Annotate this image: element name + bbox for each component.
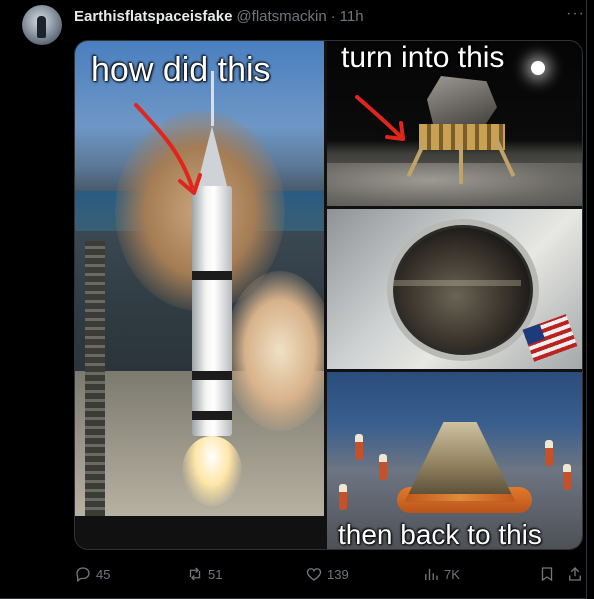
more-horizontal-icon[interactable]: ··· [566,6,585,22]
astronaut-visor-panel [327,209,582,369]
heart-icon [306,568,322,581]
repost-icon [189,567,201,581]
avatar[interactable] [22,5,62,45]
tweet: Earthisflatspaceisfake @flatsmackin · 11… [0,0,587,599]
lunar-module-illustration [406,76,519,184]
reply-icon [76,567,90,583]
bar-chart-icon [425,568,438,580]
capsule-illustration [405,422,515,502]
red-arrow-left [134,103,202,195]
tweet-header: Earthisflatspaceisfake @flatsmackin · 11… [74,6,364,26]
sun-glare [531,61,545,75]
repost-count: 51 [208,566,223,582]
caption-then-back-to-this: then back to this [338,519,542,550]
share-icon [569,567,581,581]
repost-button[interactable]: 51 [186,564,222,584]
reply-count: 45 [96,566,111,582]
bookmark-icon [541,567,553,582]
share-button[interactable] [566,564,588,584]
reply-button[interactable]: 45 [74,564,110,584]
caption-how-did-this: how did this [91,51,271,89]
helmet-visor [387,219,539,361]
display-name[interactable]: Earthisflatspaceisfake [74,8,232,25]
view-count: 7K [444,566,460,582]
red-arrow-right [355,95,405,141]
caption-turn-into-this: turn into this [341,41,505,74]
post-time[interactable]: 11h [340,8,364,25]
like-button[interactable]: 139 [305,564,349,584]
post-image[interactable]: how did this turn into this then back to… [74,40,583,550]
action-bar: 45 51 139 7K [74,564,584,584]
user-handle[interactable]: @flatsmackin [236,8,326,25]
bookmark-button[interactable] [538,564,560,584]
separator-dot: · [330,7,336,25]
views-button[interactable]: 7K [422,564,460,584]
like-count: 139 [327,566,349,582]
